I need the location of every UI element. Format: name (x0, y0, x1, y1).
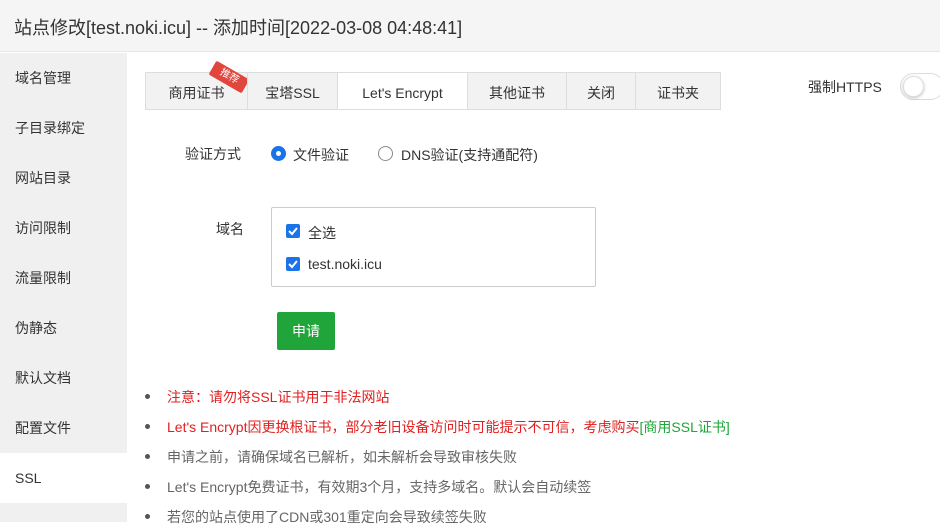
domain-name-label[interactable]: test.noki.icu (308, 256, 382, 272)
tab-other-cert[interactable]: 其他证书 (467, 72, 567, 110)
verify-method-label: 验证方式 (185, 146, 241, 162)
sidebar-item-subdirectory-binding[interactable]: 子目录绑定 (0, 103, 127, 153)
tab-cert-folder[interactable]: 证书夹 (635, 72, 721, 110)
main-panel: 商用证书 推荐 宝塔SSL Let's Encrypt 其他证书 关闭 证书夹 … (127, 53, 940, 525)
tab-lets-encrypt[interactable]: Let's Encrypt (337, 72, 468, 110)
sidebar-item-default-document[interactable]: 默认文档 (0, 353, 127, 403)
sidebar-item-rewrite[interactable]: 伪静态 (0, 303, 127, 353)
sidebar: 域名管理 子目录绑定 网站目录 访问限制 流量限制 伪静态 默认文档 配置文件 … (0, 53, 127, 522)
tab-divider (145, 109, 721, 110)
commercial-ssl-link[interactable]: [商用SSL证书] (640, 419, 730, 435)
check-icon (288, 260, 298, 269)
note-free-cert: Let's Encrypt免费证书，有效期3个月，支持多域名。默认会自动续签 (167, 479, 592, 495)
sidebar-item-ssl[interactable]: SSL (0, 453, 127, 503)
apply-button[interactable]: 申请 (277, 312, 335, 350)
file-verify-label[interactable]: 文件验证 (293, 145, 349, 165)
toggle-knob (903, 76, 924, 97)
domain-checkbox[interactable] (286, 257, 300, 271)
bullet-icon (145, 454, 150, 459)
note-root-cert-text: Let's Encrypt因更换根证书，部分老旧设备访问时可能提示不可信，考虑购… (167, 419, 640, 435)
note-root-cert: Let's Encrypt因更换根证书，部分老旧设备访问时可能提示不可信，考虑购… (167, 417, 730, 437)
sidebar-item-access-limit[interactable]: 访问限制 (0, 203, 127, 253)
select-all-label[interactable]: 全选 (308, 223, 336, 243)
sidebar-item-config-file[interactable]: 配置文件 (0, 403, 127, 453)
bullet-icon (145, 514, 150, 519)
radio-dns-verify[interactable] (378, 146, 393, 161)
title-bar: 站点修改[test.noki.icu] -- 添加时间[2022-03-08 0… (0, 0, 940, 52)
force-https-label: 强制HTTPS (808, 79, 882, 95)
check-icon (288, 227, 298, 236)
domain-label: 域名 (216, 221, 244, 237)
tab-label: 商用证书 (168, 85, 225, 101)
sidebar-item-site-directory[interactable]: 网站目录 (0, 153, 127, 203)
sidebar-item-domains[interactable]: 域名管理 (0, 53, 127, 103)
select-all-checkbox[interactable] (286, 224, 300, 238)
force-https-toggle[interactable] (900, 73, 940, 100)
radio-file-verify[interactable] (271, 146, 286, 161)
bullet-icon (145, 484, 150, 489)
note-cdn-redirect: 若您的站点使用了CDN或301重定向会导致续签失败 (167, 509, 487, 525)
tab-commercial-cert[interactable]: 商用证书 推荐 (145, 60, 250, 110)
bullet-icon (145, 424, 150, 429)
note-illegal-warning: 注意：请勿将SSL证书用于非法网站 (167, 389, 390, 405)
bullet-icon (145, 394, 150, 399)
sidebar-item-traffic-limit[interactable]: 流量限制 (0, 253, 127, 303)
dns-verify-label[interactable]: DNS验证(支持通配符) (401, 145, 538, 165)
note-dns-resolve: 申请之前，请确保域名已解析，如未解析会导致审核失败 (167, 449, 517, 465)
tab-baota-ssl[interactable]: 宝塔SSL (247, 72, 338, 110)
domain-list: 全选 test.noki.icu (271, 207, 596, 287)
window-title: 站点修改[test.noki.icu] -- 添加时间[2022-03-08 0… (14, 18, 463, 38)
tab-close[interactable]: 关闭 (566, 72, 636, 110)
